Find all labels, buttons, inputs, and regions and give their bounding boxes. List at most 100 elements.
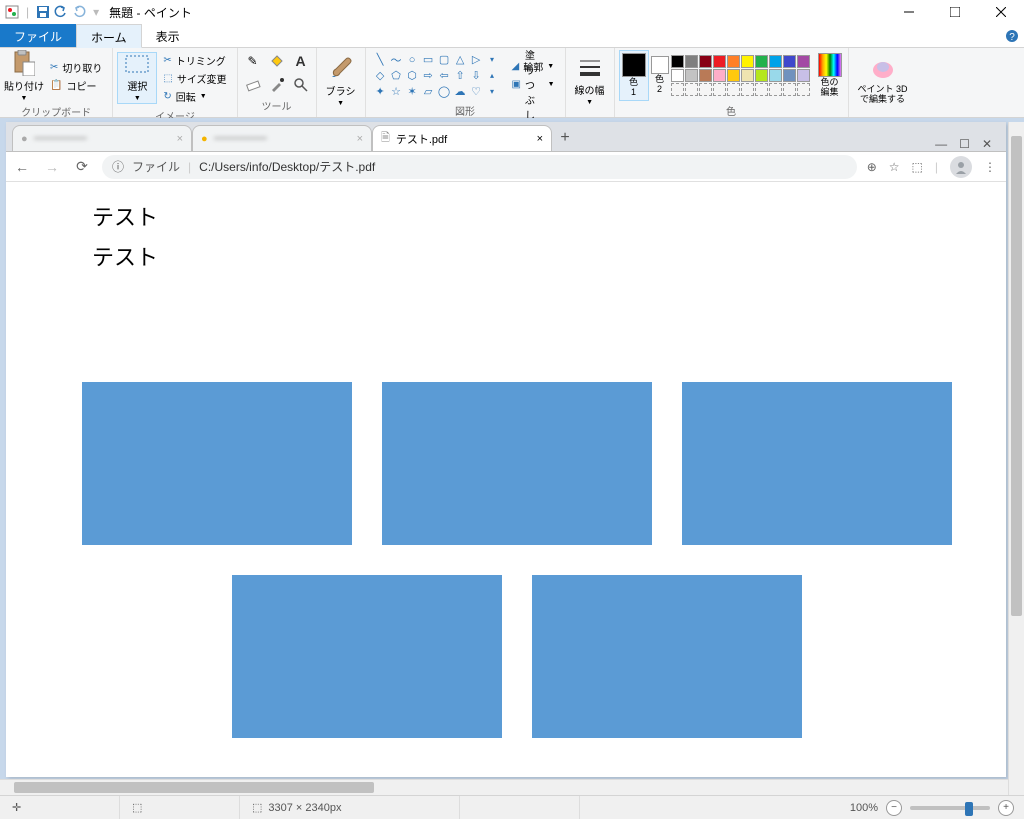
color-swatch[interactable]	[685, 69, 698, 82]
tab-home[interactable]: ホーム	[76, 24, 142, 48]
color-swatch[interactable]	[685, 55, 698, 68]
color1-button[interactable]: 色1	[619, 50, 649, 101]
color-swatch[interactable]	[755, 69, 768, 82]
minimize-button[interactable]	[886, 0, 932, 24]
color-swatch[interactable]	[727, 83, 740, 96]
color-swatch[interactable]	[699, 55, 712, 68]
color-swatch[interactable]	[797, 55, 810, 68]
size-button[interactable]: 線の幅 ▼	[570, 55, 610, 107]
zoom-out-button[interactable]: −	[886, 800, 902, 816]
bookmark-icon[interactable]: ⬚	[912, 160, 923, 174]
menu-icon[interactable]: ⋮	[984, 160, 996, 174]
canvas[interactable]: ● ━━━━━━━━ × ● ━━━━━━━━ × 🗎 テスト.pdf × + …	[6, 122, 1006, 777]
shape-arrow-l-icon[interactable]: ⇦	[437, 68, 452, 83]
vertical-scrollbar[interactable]	[1008, 122, 1024, 795]
color-swatch[interactable]	[671, 55, 684, 68]
color-swatch[interactable]	[671, 83, 684, 96]
shape-curve-icon[interactable]: 〜	[389, 52, 404, 67]
color-swatch[interactable]	[797, 83, 810, 96]
maximize-button[interactable]	[932, 0, 978, 24]
shape-diamond-icon[interactable]: ◇	[373, 68, 388, 83]
shape-cloud-icon[interactable]: ☁	[453, 84, 468, 99]
shape-callout2-icon[interactable]: ◯	[437, 84, 452, 99]
close-button[interactable]	[978, 0, 1024, 24]
color-swatch[interactable]	[727, 55, 740, 68]
rotate-button[interactable]: ↻回転▼	[159, 88, 230, 104]
fill-icon[interactable]	[266, 50, 288, 72]
fill-button[interactable]: ▣塗りつぶし▼	[508, 77, 559, 93]
redo-icon[interactable]	[71, 4, 87, 20]
color-swatch[interactable]	[727, 69, 740, 82]
shape-oval-icon[interactable]: ○	[405, 52, 420, 67]
address-bar[interactable]: ⓘ ファイル | C:/Users/info/Desktop/テスト.pdf	[102, 155, 857, 179]
color-swatch[interactable]	[783, 55, 796, 68]
cut-button[interactable]: ✂切り取り	[46, 59, 106, 75]
shape-polygon-icon[interactable]: △	[453, 52, 468, 67]
tab-view[interactable]: 表示	[142, 24, 194, 47]
color-swatch[interactable]	[783, 83, 796, 96]
color-swatch[interactable]	[671, 69, 684, 82]
shape-scroll-icon[interactable]: ▴	[485, 68, 500, 83]
browser-maximize-icon[interactable]: ☐	[959, 137, 970, 151]
browser-tab-1[interactable]: ● ━━━━━━━━ ×	[12, 125, 192, 151]
shape-star5-icon[interactable]: ☆	[389, 84, 404, 99]
zoom-icon[interactable]: ⊕	[867, 160, 877, 174]
color-swatch[interactable]	[699, 83, 712, 96]
paint3d-button[interactable]: ペイント 3Dで編集する	[853, 55, 913, 107]
undo-icon[interactable]	[53, 4, 69, 20]
tab-close-icon[interactable]: ×	[357, 133, 363, 145]
select-button[interactable]: 選択 ▼	[117, 52, 157, 104]
color-swatch[interactable]	[755, 55, 768, 68]
browser-close-icon[interactable]: ✕	[982, 137, 992, 151]
color-swatch[interactable]	[755, 83, 768, 96]
zoom-slider[interactable]	[910, 806, 990, 810]
help-icon[interactable]: ?	[1000, 24, 1024, 47]
color2-button[interactable]: 色2	[649, 54, 671, 97]
magnifier-icon[interactable]	[290, 74, 312, 96]
shape-star4-icon[interactable]: ✦	[373, 84, 388, 99]
color-swatch[interactable]	[741, 69, 754, 82]
browser-tab-3[interactable]: 🗎 テスト.pdf ×	[372, 125, 552, 151]
picker-icon[interactable]	[266, 74, 288, 96]
resize-button[interactable]: ⬚サイズ変更	[159, 70, 230, 86]
shape-pentagon-icon[interactable]: ⬠	[389, 68, 404, 83]
shape-arrow-r-icon[interactable]: ⇨	[421, 68, 436, 83]
shape-callout1-icon[interactable]: ▱	[421, 84, 436, 99]
shape-rect-icon[interactable]: ▭	[421, 52, 436, 67]
color-swatch[interactable]	[713, 69, 726, 82]
color-swatch[interactable]	[797, 69, 810, 82]
eraser-icon[interactable]	[242, 74, 264, 96]
forward-button[interactable]: →	[42, 157, 62, 177]
tab-file[interactable]: ファイル	[0, 24, 76, 47]
reload-button[interactable]: ⟳	[72, 157, 92, 177]
save-icon[interactable]	[35, 4, 51, 20]
zoom-in-button[interactable]: +	[998, 800, 1014, 816]
shape-arrow-u-icon[interactable]: ⇧	[453, 68, 468, 83]
color-swatch[interactable]	[741, 83, 754, 96]
color-swatch[interactable]	[769, 55, 782, 68]
tab-close-icon[interactable]: ×	[537, 133, 543, 145]
copy-button[interactable]: 📋コピー	[46, 77, 106, 93]
back-button[interactable]: ←	[12, 157, 32, 177]
color-swatch[interactable]	[685, 83, 698, 96]
color-swatch[interactable]	[741, 55, 754, 68]
new-tab-button[interactable]: +	[552, 125, 578, 151]
brush-button[interactable]: ブラシ ▼	[321, 55, 361, 107]
info-icon[interactable]: ⓘ	[112, 158, 124, 175]
browser-tab-2[interactable]: ● ━━━━━━━━ ×	[192, 125, 372, 151]
text-icon[interactable]: A	[290, 50, 312, 72]
shapes-gallery[interactable]: ╲ 〜 ○ ▭ ▢ △ ▷ ▾ ◇ ⬠ ⬡ ⇨ ⇦ ⇧ ⇩ ▴	[370, 50, 502, 101]
shape-arrow-d-icon[interactable]: ⇩	[469, 68, 484, 83]
color-swatch[interactable]	[783, 69, 796, 82]
pencil-icon[interactable]: ✎	[242, 50, 264, 72]
color-swatch[interactable]	[769, 83, 782, 96]
shape-star6-icon[interactable]: ✶	[405, 84, 420, 99]
shape-heart-icon[interactable]: ♡	[469, 84, 484, 99]
color-swatch[interactable]	[713, 55, 726, 68]
horizontal-scrollbar[interactable]	[0, 779, 1008, 795]
profile-avatar[interactable]	[950, 156, 972, 178]
color-swatch[interactable]	[699, 69, 712, 82]
edit-colors-button[interactable]: 色の編集	[816, 51, 844, 100]
color-swatch[interactable]	[769, 69, 782, 82]
paste-button[interactable]: 貼り付け ▼	[4, 50, 44, 102]
